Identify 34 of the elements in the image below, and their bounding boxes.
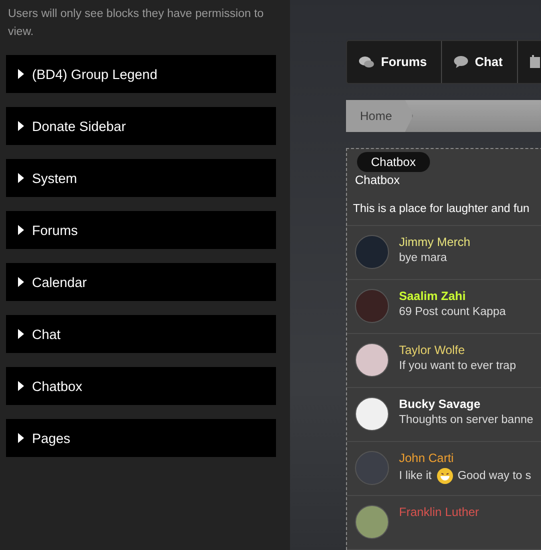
message-text: I like it [399,470,432,482]
block-title: Forums [32,222,78,238]
message-text: If you want to ever trap [399,360,516,372]
block-title: System [32,170,78,186]
sidebar-block[interactable]: System [6,159,276,197]
author-name[interactable]: Jimmy Merch [399,235,470,249]
chatbox-description: This is a place for laughter and fun [347,187,541,226]
block-title: Calendar [32,274,87,290]
author-name[interactable]: John Carti [399,451,532,465]
message-text: bye mara [399,252,447,264]
nav-tab[interactable]: Forums [347,41,442,83]
author-name[interactable]: Taylor Wolfe [399,343,516,357]
author-name[interactable]: Bucky Savage [399,397,534,411]
message-text: Thoughts on server banne [399,414,534,426]
message-text: 69 Post count Kappa [399,306,506,318]
block-title: Donate Sidebar [32,118,126,134]
block-title: Chatbox [32,378,82,394]
author-name[interactable]: Saalim Zahi [399,289,506,303]
permission-note: Users will only see blocks they have permission to view. [7,7,265,40]
block-title: (BD4) Group Legend [32,66,158,82]
block-title: Chat [32,326,61,342]
tooltip: Chatbox [357,152,430,172]
sidebar-block[interactable]: Calendar [6,263,276,301]
nav-tab[interactable]: Chat [442,41,518,83]
block-title: Pages [32,430,70,446]
sidebar-block[interactable]: Donate Sidebar [6,107,276,145]
sidebar-block[interactable]: Chatbox [6,367,276,405]
sidebar-block[interactable]: Chat [6,315,276,353]
sidebar-block[interactable]: Pages [6,419,276,457]
breadcrumb-link[interactable]: Home [346,100,414,132]
sidebar-block[interactable]: (BD4) Group Legend [6,55,276,93]
message-text: Good way to s [458,470,532,482]
chatbox-title: Chatbox [355,173,400,187]
sidebar-block[interactable]: Forums [6,211,276,249]
